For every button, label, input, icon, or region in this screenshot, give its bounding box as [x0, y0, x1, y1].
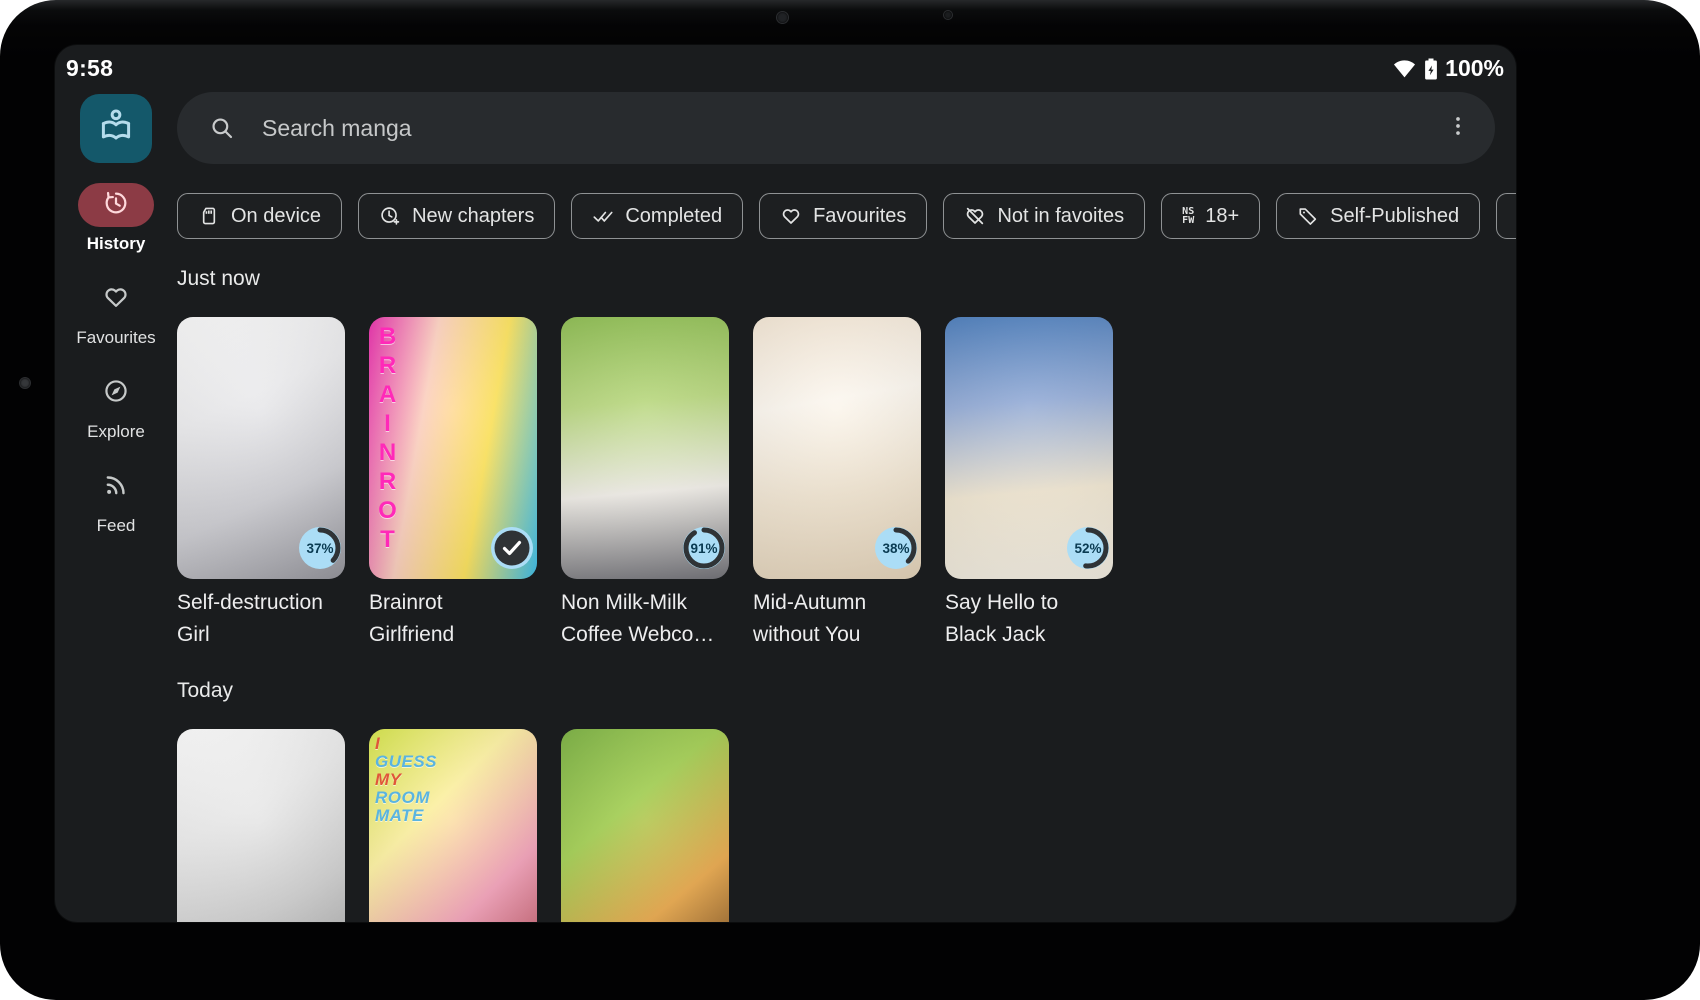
manga-title: Self-destructionGirl	[177, 587, 345, 651]
manga-title: Mid-Autumnwithout You	[753, 587, 921, 651]
sidebar-nav: History Favourites Explore Feed	[55, 183, 177, 536]
rss-icon	[102, 471, 130, 504]
mihon-book-logo-icon	[95, 105, 137, 152]
tag-icon	[1297, 205, 1319, 227]
manga-cover[interactable]: BRAINROT	[369, 317, 537, 579]
camera-dot	[944, 11, 952, 19]
chip-label: 18+	[1205, 205, 1239, 228]
progress-badge: 91%	[683, 527, 725, 569]
double-check-icon	[592, 205, 614, 227]
manga-cover[interactable]: 52%	[945, 317, 1113, 579]
sidebar-item-label: History	[87, 234, 146, 254]
main-content: Search manga On device New chapters Comp…	[177, 92, 1516, 922]
chip-label: Not in favoites	[997, 205, 1124, 228]
nsfw-icon: NSFW	[1182, 207, 1194, 225]
manga-cover[interactable]	[177, 729, 345, 922]
manga-card[interactable]: 37% Self-destructionGirl	[177, 317, 345, 651]
search-placeholder: Search manga	[262, 115, 1443, 142]
sidebar-item-feed[interactable]: Feed	[78, 465, 154, 536]
progress-badge: 52%	[1067, 527, 1109, 569]
filter-chip-completed[interactable]: Completed	[571, 193, 743, 239]
app-screen: 9:58 100%	[55, 45, 1516, 922]
clock-plus-icon	[379, 205, 401, 227]
section-title: Just now	[177, 267, 1516, 291]
wifi-icon	[1392, 56, 1417, 81]
manga-card[interactable]: IGUESSMYROOMMATE	[369, 729, 537, 922]
compass-icon	[102, 377, 130, 410]
heart-icon	[780, 205, 802, 227]
status-time: 9:58	[66, 55, 113, 82]
sidebar-item-favourites[interactable]: Favourites	[76, 277, 155, 348]
filter-chip-favourites[interactable]: Favourites	[759, 193, 927, 239]
manga-cover[interactable]: 91%	[561, 317, 729, 579]
app-logo-button[interactable]	[80, 94, 152, 163]
card-row: IGUESSMYROOMMATE	[177, 729, 1516, 922]
sidebar-item-label: Favourites	[76, 328, 155, 348]
search-input[interactable]: Search manga	[177, 92, 1495, 164]
sidebar-item-label: Feed	[97, 516, 136, 536]
manga-card[interactable]: 52% Say Hello toBlack Jack	[945, 317, 1113, 651]
filter-chips-row: On device New chapters Completed Favouri…	[177, 193, 1516, 239]
side-camera-dot	[20, 378, 30, 388]
manga-card[interactable]	[561, 729, 729, 922]
filter-chip-on-device[interactable]: On device	[177, 193, 342, 239]
manga-cover[interactable]: 38%	[753, 317, 921, 579]
filter-chip-not-in-favoites[interactable]: Not in favoites	[943, 193, 1145, 239]
heart-off-icon	[964, 205, 986, 227]
chip-label: Favourites	[813, 205, 906, 228]
navigation-rail: History Favourites Explore Feed	[55, 92, 177, 922]
filter-chip-nsfw-18plus[interactable]: NSFW 18+	[1161, 193, 1260, 239]
history-list: Just now 37% Self-destructionGirl BRAINR…	[177, 267, 1516, 922]
manga-title: BrainrotGirlfriend	[369, 587, 537, 651]
manga-title: Non Milk-MilkCoffee Webco…	[561, 587, 729, 651]
history-icon	[102, 189, 130, 222]
battery-percent: 100%	[1445, 55, 1504, 82]
manga-cover[interactable]	[561, 729, 729, 922]
sidebar-item-label: Explore	[87, 422, 145, 442]
chip-label: Completed	[625, 205, 722, 228]
cover-art-text: IGUESSMYROOMMATE	[375, 735, 437, 825]
sd-card-icon	[198, 205, 220, 227]
filter-chip-self-published[interactable]: Self-Published	[1276, 193, 1480, 239]
sidebar-item-history[interactable]: History	[78, 183, 154, 254]
search-icon	[209, 115, 235, 141]
tablet-frame: 9:58 100%	[0, 0, 1700, 1000]
progress-badge: 38%	[875, 527, 917, 569]
manga-cover[interactable]: 37%	[177, 317, 345, 579]
battery-charging-icon	[1424, 57, 1438, 81]
progress-badge: 37%	[299, 527, 341, 569]
sidebar-item-explore[interactable]: Explore	[78, 371, 154, 442]
card-row: 37% Self-destructionGirl BRAINROT Brainr…	[177, 317, 1516, 651]
chip-label: Self-Published	[1330, 205, 1459, 228]
manga-card[interactable]: 38% Mid-Autumnwithout You	[753, 317, 921, 651]
manga-cover[interactable]: IGUESSMYROOMMATE	[369, 729, 537, 922]
chip-label: On device	[231, 205, 321, 228]
manga-card[interactable]: 91% Non Milk-MilkCoffee Webco…	[561, 317, 729, 651]
manga-title: Say Hello toBlack Jack	[945, 587, 1113, 651]
filter-chip-new-chapters[interactable]: New chapters	[358, 193, 555, 239]
history-section: Today IGUESSMYROOMMATE	[177, 679, 1516, 922]
kebab-menu-icon[interactable]	[1443, 113, 1473, 144]
section-title: Today	[177, 679, 1516, 703]
cover-art-text: BRAINROT	[375, 323, 399, 555]
camera-dot	[777, 12, 788, 23]
manga-card[interactable]	[177, 729, 345, 922]
chip-label: New chapters	[412, 205, 534, 228]
completed-badge	[491, 527, 533, 569]
status-bar: 9:58 100%	[55, 45, 1516, 92]
heart-icon	[102, 283, 130, 316]
filter-chip-clipped-chip[interactable]	[1496, 193, 1516, 239]
history-section: Just now 37% Self-destructionGirl BRAINR…	[177, 267, 1516, 651]
manga-card[interactable]: BRAINROT BrainrotGirlfriend	[369, 317, 537, 651]
